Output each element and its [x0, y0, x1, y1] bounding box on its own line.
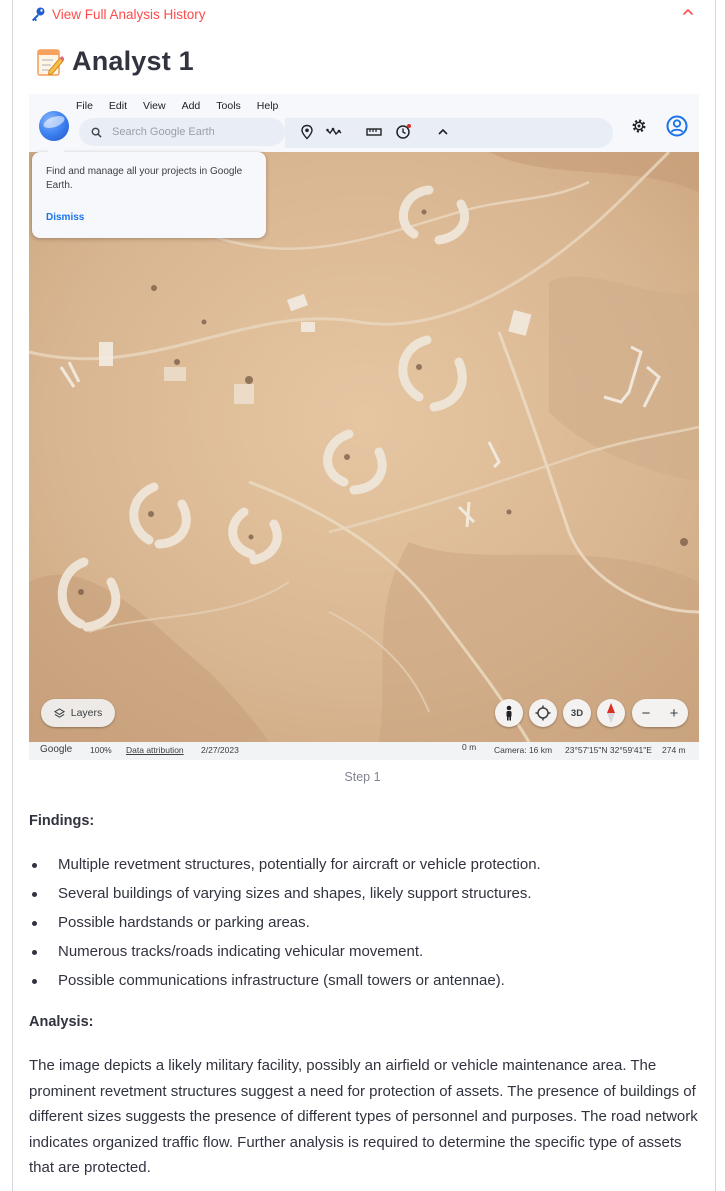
compass-button[interactable]	[597, 699, 625, 727]
compass-icon	[607, 703, 615, 723]
zoom-level: 100%	[90, 745, 112, 755]
page-heading: Analyst 1	[36, 46, 194, 77]
placemark-icon[interactable]	[299, 124, 315, 140]
gear-icon[interactable]	[630, 117, 648, 135]
status-bar: Google 100% Data attribution 2/27/2023 0…	[29, 742, 699, 760]
layers-button[interactable]: Layers	[41, 699, 115, 727]
ruler-icon[interactable]	[366, 124, 382, 140]
zoom-out-button[interactable]: −	[642, 705, 651, 722]
zoom-in-button[interactable]: +	[670, 705, 679, 722]
account-icon[interactable]	[666, 115, 688, 137]
menu-add[interactable]: Add	[182, 100, 201, 112]
menu-bar: File Edit View Add Tools Help	[76, 100, 278, 112]
findings-title: Findings:	[29, 813, 95, 829]
google-earth-logo[interactable]	[39, 111, 69, 141]
dismiss-button[interactable]: Dismiss	[46, 212, 84, 223]
menu-file[interactable]: File	[76, 100, 93, 112]
imagery-date: 2/27/2023	[201, 745, 239, 755]
memo-icon	[37, 48, 64, 76]
chevron-up-icon[interactable]	[435, 124, 451, 140]
data-attribution-link[interactable]: Data attribution	[126, 745, 184, 755]
satellite-map[interactable]	[29, 152, 699, 742]
list-item: Possible hardstands or parking areas.	[29, 913, 699, 942]
layers-icon	[53, 707, 65, 718]
elevation: 274 m	[662, 745, 686, 755]
search-icon	[91, 127, 102, 138]
coordinates: 23°57'15"N 32°59'41"E	[565, 745, 652, 755]
chevron-up-icon[interactable]	[680, 4, 696, 20]
layers-label: Layers	[70, 707, 103, 719]
list-item: Multiple revetment structures, potential…	[29, 855, 699, 884]
pegman-icon	[506, 705, 512, 721]
locate-button[interactable]	[529, 699, 557, 727]
list-item: Several buildings of varying sizes and s…	[29, 884, 699, 913]
search-input[interactable]: Search Google Earth	[79, 118, 285, 146]
analysis-title: Analysis:	[29, 1014, 94, 1030]
scale-label: 0 m	[462, 742, 477, 752]
google-earth-toolbar: File Edit View Add Tools Help Search Goo…	[29, 94, 699, 152]
search-placeholder: Search Google Earth	[112, 126, 215, 138]
google-earth-screenshot: File Edit View Add Tools Help Search Goo…	[29, 94, 699, 760]
page-title: Analyst 1	[72, 46, 194, 76]
3d-toggle-button[interactable]: 3D	[563, 699, 591, 727]
projects-popup: Find and manage all your projects in Goo…	[32, 152, 266, 238]
pegman-button[interactable]	[495, 699, 523, 727]
analysis-paragraph: The image depicts a likely military faci…	[29, 1057, 698, 1177]
list-item: Numerous tracks/roads indicating vehicul…	[29, 942, 699, 971]
popup-message: Find and manage all your projects in Goo…	[46, 166, 243, 191]
menu-view[interactable]: View	[143, 100, 166, 112]
camera-altitude: Camera: 16 km	[494, 745, 553, 755]
menu-tools[interactable]: Tools	[216, 100, 241, 112]
locate-icon	[535, 705, 551, 721]
history-icon[interactable]	[395, 124, 411, 140]
key-icon	[32, 7, 45, 22]
list-item: Possible communications infrastructure (…	[29, 971, 699, 1000]
history-expander-header[interactable]: View Full Analysis History	[30, 4, 206, 24]
google-logo: Google	[40, 744, 73, 755]
menu-edit[interactable]: Edit	[109, 100, 127, 112]
image-caption: Step 1	[344, 770, 381, 784]
menu-help[interactable]: Help	[257, 100, 279, 112]
path-icon[interactable]	[326, 124, 342, 140]
findings-list: Multiple revetment structures, potential…	[29, 855, 699, 1000]
view-history-link[interactable]: View Full Analysis History	[52, 7, 206, 22]
zoom-control: − +	[632, 699, 688, 727]
